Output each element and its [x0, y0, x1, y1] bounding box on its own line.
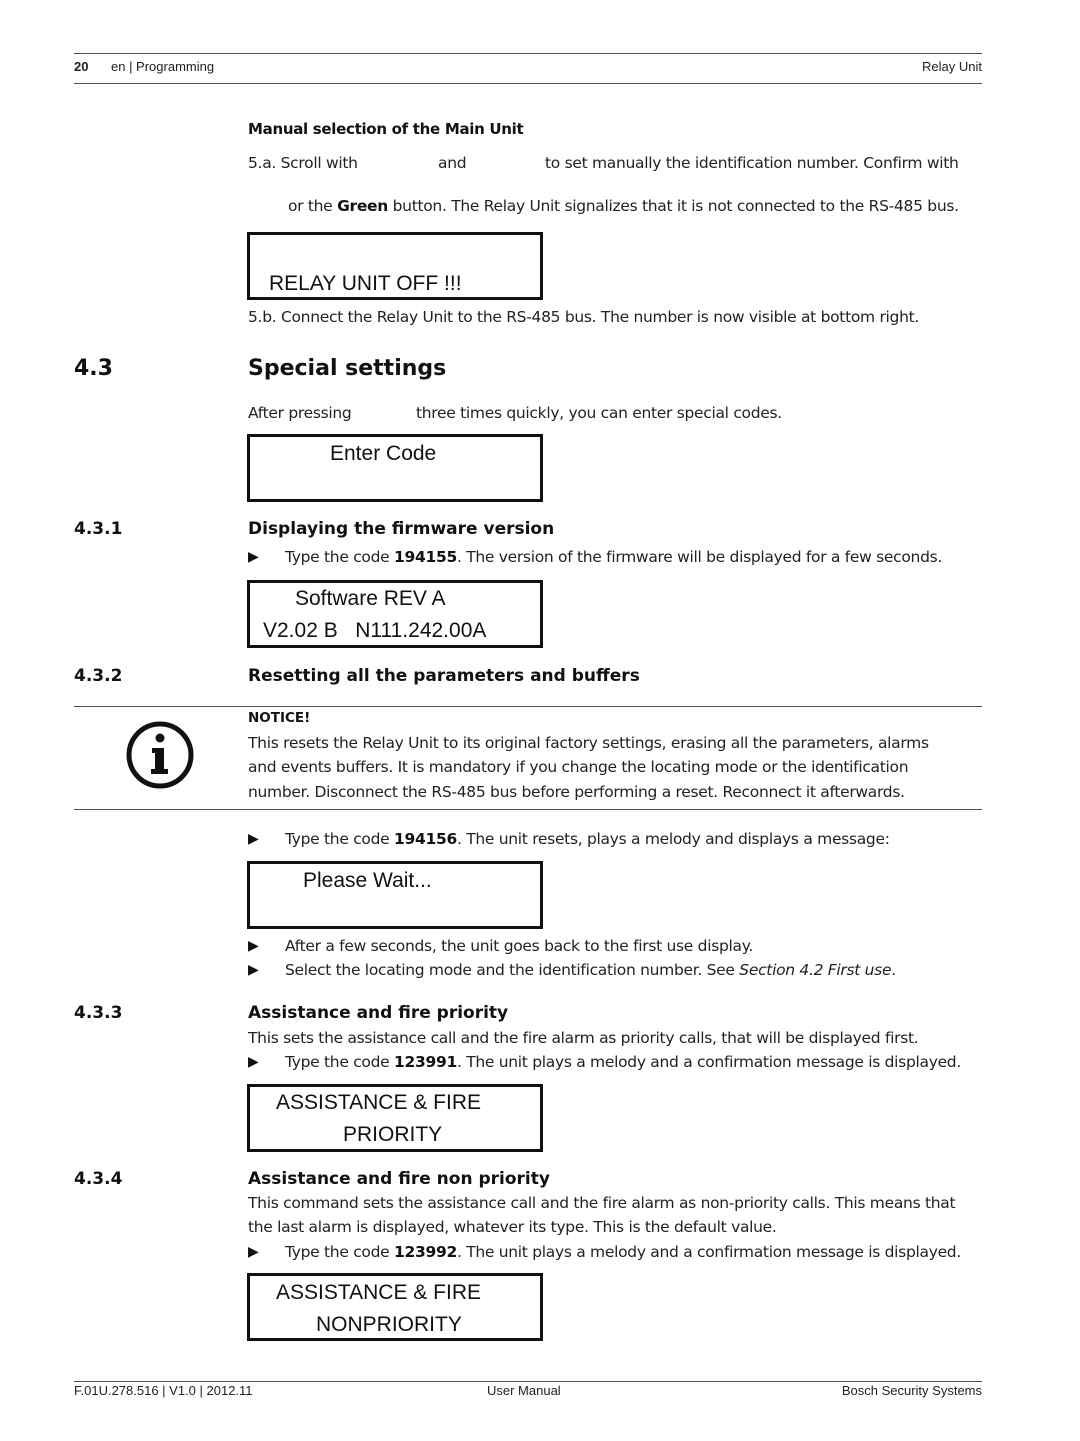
section-4-3-3-bullet: Type the code 123991. The unit plays a m…: [285, 1050, 961, 1074]
green-button-label: Green: [337, 197, 388, 215]
notice-line-2: and events buffers. It is mandatory if y…: [248, 758, 909, 776]
section-4-3-1-bullet: Type the code 194155. The version of the…: [285, 545, 942, 569]
bullet-text-post: . The unit resets, plays a melody and di…: [456, 830, 890, 848]
section-4-3-intro-part2: three times quickly, you can enter speci…: [416, 404, 782, 422]
lcd-software-rev: Software REV A V2.02 B N111.242.00A: [247, 580, 543, 648]
header-top-rule: [74, 53, 982, 54]
section-4-3-2-number: 4.3.2: [74, 666, 123, 686]
section-4-3-3-number: 4.3.3: [74, 1003, 123, 1023]
section-4-3-1-number: 4.3.1: [74, 519, 123, 539]
bullet-icon: ▶: [248, 961, 259, 977]
section-4-3-2-bullet-2: After a few seconds, the unit goes back …: [285, 937, 754, 955]
section-4-3-1-title: Displaying the firmware version: [248, 519, 555, 539]
lcd-assistance-fire-nonpriority: ASSISTANCE & FIRE NONPRIORITY: [247, 1273, 543, 1341]
bullet-text-pre: Type the code: [285, 1053, 395, 1071]
header-doc-title: Relay Unit: [922, 59, 982, 74]
bullet-icon: ▶: [248, 937, 259, 953]
step-5b: 5.b. Connect the Relay Unit to the RS-48…: [248, 308, 920, 326]
lcd-line-1: ASSISTANCE & FIRE: [276, 1281, 481, 1304]
bullet-text-pre: Type the code: [285, 1243, 395, 1261]
step-5a-continuation: or the Green button. The Relay Unit sign…: [288, 194, 959, 218]
bullet-text-post: . The unit plays a melody and a confirma…: [456, 1053, 961, 1071]
footer-doc-type: User Manual: [487, 1383, 561, 1398]
bullet-text-pre: Type the code: [285, 830, 395, 848]
lcd-line-1: Please Wait...: [303, 869, 432, 892]
priority-code: 123991: [394, 1053, 457, 1071]
section-4-3-4-bullet: Type the code 123992. The unit plays a m…: [285, 1240, 961, 1264]
lcd-assistance-fire-priority: ASSISTANCE & FIRE PRIORITY: [247, 1084, 543, 1152]
section-4-3-2-bullet-3: Select the locating mode and the identif…: [285, 958, 896, 982]
notice-line-3: number. Disconnect the RS-485 bus before…: [248, 783, 905, 801]
section-4-3-4-title: Assistance and fire non priority: [248, 1169, 550, 1189]
step-5a-part3: to set manually the identification numbe…: [545, 154, 959, 172]
notice-label: NOTICE!: [248, 710, 311, 726]
footer-doc-id: F.01U.278.516 | V1.0 | 2012.11: [74, 1383, 253, 1398]
step-5a-cont-post: button. The Relay Unit signalizes that i…: [388, 197, 959, 215]
reset-code: 194156: [394, 830, 457, 848]
lcd-line-1: ASSISTANCE & FIRE: [276, 1091, 481, 1114]
page-number: 20: [74, 59, 89, 74]
section-4-3-2-title: Resetting all the parameters and buffers: [248, 666, 640, 686]
notice-top-rule: [74, 706, 982, 707]
footer-rule: [74, 1381, 982, 1382]
section-4-3-title: Special settings: [248, 356, 447, 381]
section-reference-link[interactable]: Section 4.2 First use: [739, 961, 891, 979]
section-4-3-4-desc-line-2: the last alarm is displayed, whatever it…: [248, 1218, 777, 1236]
notice-line-1: This resets the Relay Unit to its origin…: [248, 734, 929, 752]
bullet-text-pre: Select the locating mode and the identif…: [285, 961, 740, 979]
lcd-line-2: V2.02 B N111.242.00A: [263, 619, 487, 642]
bullet-icon: ▶: [248, 1243, 259, 1259]
section-4-3-2-bullet-1: Type the code 194156. The unit resets, p…: [285, 827, 890, 851]
section-4-3-4-number: 4.3.4: [74, 1169, 123, 1189]
manual-selection-heading: Manual selection of the Main Unit: [248, 120, 524, 138]
section-4-3-number: 4.3: [74, 356, 113, 381]
footer-company: Bosch Security Systems: [841, 1383, 982, 1398]
lcd-relay-unit-off: RELAY UNIT OFF !!!: [247, 232, 543, 300]
lcd-please-wait: Please Wait...: [247, 861, 543, 929]
bullet-icon: ▶: [248, 1053, 259, 1069]
lcd-line-2: PRIORITY: [343, 1123, 443, 1146]
firmware-code: 194155: [394, 548, 457, 566]
header-bottom-rule: [74, 83, 982, 84]
section-4-3-3-title: Assistance and fire priority: [248, 1003, 509, 1023]
lcd-line-2: RELAY UNIT OFF !!!: [269, 272, 462, 295]
step-5a-part1: 5.a. Scroll with: [248, 154, 358, 172]
header-section: en | Programming: [111, 59, 215, 74]
step-5a-part2: and: [438, 154, 467, 172]
info-icon: [126, 721, 194, 789]
section-4-3-4-desc-line-1: This command sets the assistance call an…: [248, 1194, 956, 1212]
step-5a-cont-pre: or the: [288, 197, 338, 215]
bullet-text-post: .: [891, 961, 896, 979]
nonpriority-code: 123992: [394, 1243, 457, 1261]
lcd-line-1: Enter Code: [330, 442, 437, 465]
section-4-3-intro-part1: After pressing: [248, 404, 352, 422]
bullet-text-post: . The version of the firmware will be di…: [456, 548, 943, 566]
section-4-3-3-desc: This sets the assistance call and the fi…: [248, 1029, 919, 1047]
lcd-line-2: NONPRIORITY: [316, 1313, 462, 1336]
notice-bottom-rule: [74, 809, 982, 810]
bullet-text-pre: Type the code: [285, 548, 395, 566]
bullet-icon: ▶: [248, 548, 259, 564]
bullet-text-post: . The unit plays a melody and a confirma…: [456, 1243, 961, 1261]
lcd-line-1: Software REV A: [295, 587, 446, 610]
bullet-icon: ▶: [248, 830, 259, 846]
lcd-enter-code: Enter Code: [247, 434, 543, 502]
